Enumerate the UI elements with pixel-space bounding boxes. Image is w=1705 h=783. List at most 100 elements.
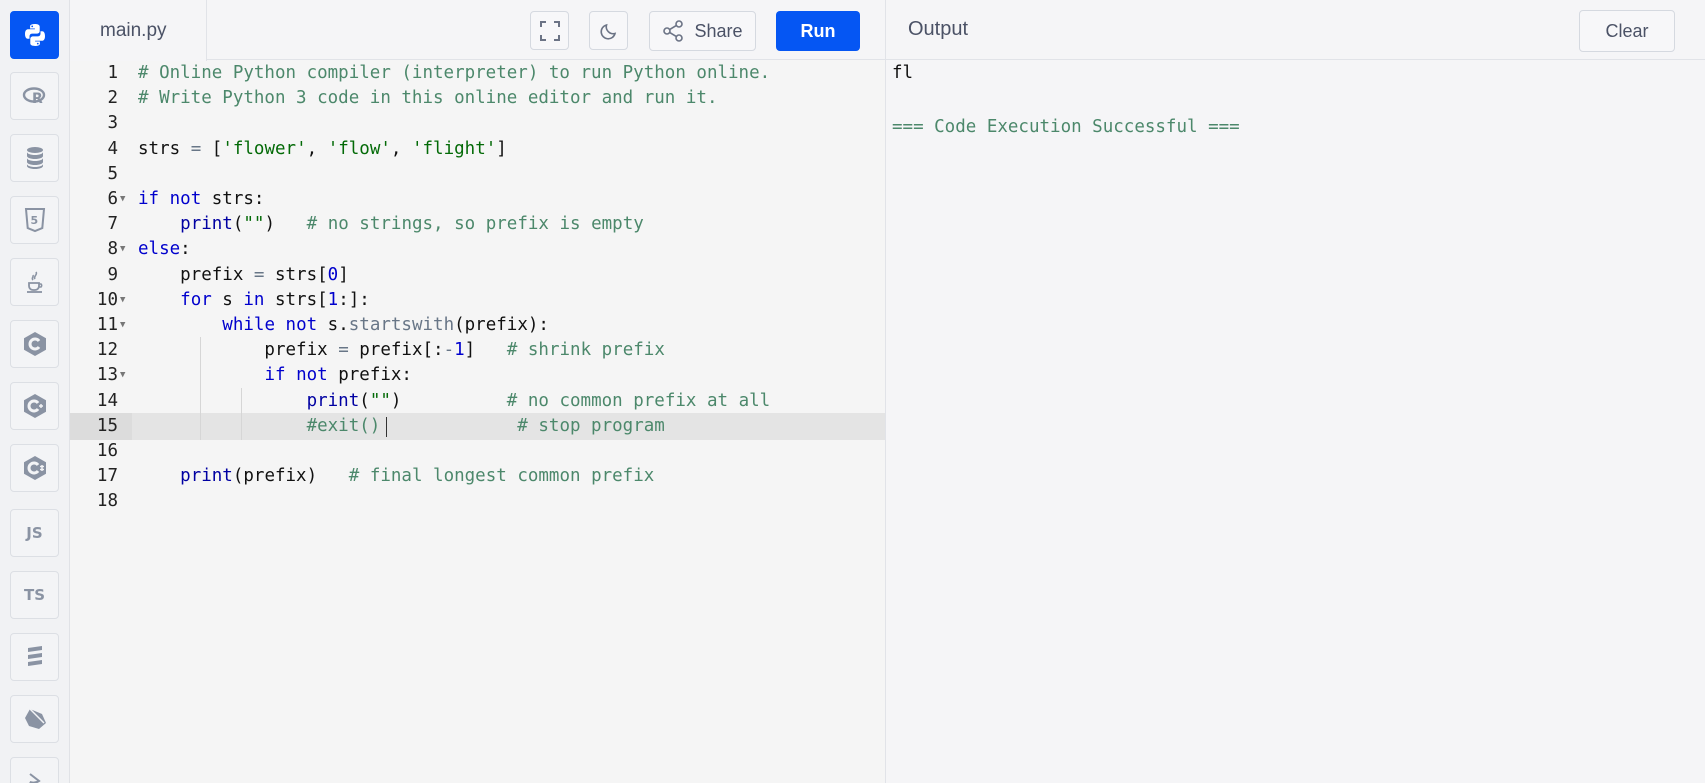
line-number: 15 <box>96 415 118 436</box>
swift-icon <box>28 773 41 783</box>
line-number: 10 <box>96 289 118 310</box>
svg-text:R: R <box>32 91 43 107</box>
sidebar-item-c[interactable] <box>10 320 59 368</box>
online-compiler-app: R 5 JS TS main.py Share Run 1 # Online P… <box>0 0 1705 783</box>
sidebar-item-python[interactable] <box>10 11 59 59</box>
sidebar-item-cpp[interactable] <box>10 382 59 430</box>
fold-arrow-icon[interactable]: ▼ <box>120 236 125 263</box>
sidebar-item-r[interactable]: R <box>10 72 59 120</box>
fold-arrow-icon[interactable]: ▼ <box>120 287 125 314</box>
run-label: Run <box>800 20 836 41</box>
sidebar-item-sql[interactable] <box>10 134 59 182</box>
code-line[interactable]: 4 strs = ['flower', 'flow', 'flight'] <box>70 136 885 163</box>
code-text: prefix = prefix[:-1] # shrink prefix <box>138 340 665 361</box>
share-icon <box>663 20 684 42</box>
line-number: 6 <box>107 189 118 209</box>
code-line[interactable]: 8 ▼ else: <box>70 236 885 263</box>
code-line[interactable]: 16 <box>70 438 885 465</box>
sidebar-item-typescript[interactable]: TS <box>10 571 59 619</box>
line-number-gutter: 18 <box>70 488 132 515</box>
line-number-gutter: 14 <box>70 388 132 415</box>
r-icon: R <box>22 87 45 107</box>
sidebar-item-csharp[interactable] <box>10 444 59 492</box>
line-number: 16 <box>96 441 118 461</box>
code-line[interactable]: 10 ▼ for s in strs[1:]: <box>70 287 885 314</box>
code-line[interactable]: 11 ▼ while not s.startswith(prefix): <box>70 312 885 339</box>
code-text: if not prefix: <box>264 365 412 386</box>
line-number-gutter: 2 <box>70 85 132 112</box>
line-number-gutter: 10 ▼ <box>70 287 132 314</box>
execution-status: === Code Execution Successful === <box>892 117 1240 137</box>
line-number: 14 <box>96 390 118 411</box>
python-icon <box>24 24 45 46</box>
fold-arrow-icon[interactable]: ▼ <box>120 312 125 339</box>
line-number-gutter: 12 <box>70 337 132 364</box>
code-line[interactable]: 15 #exit() # stop program <box>70 412 885 440</box>
run-button[interactable]: Run <box>776 11 860 51</box>
line-number: 3 <box>107 113 118 134</box>
line-number: 12 <box>96 340 118 361</box>
clear-button[interactable]: Clear <box>1579 10 1675 52</box>
line-number-gutter: 6 ▼ <box>70 186 132 213</box>
sidebar-item-html[interactable]: 5 <box>10 196 59 244</box>
code-line[interactable]: 2 # Write Python 3 code in this online ed… <box>70 85 885 112</box>
file-tab-label: main.py <box>100 19 167 41</box>
sidebar-item-stack[interactable] <box>10 633 59 681</box>
line-number: 4 <box>107 138 118 159</box>
code-text: #exit() # stop program <box>306 415 665 436</box>
js-icon: JS <box>26 524 43 542</box>
code-text: while not s.startswith(prefix): <box>222 315 549 335</box>
code-line[interactable]: 18 <box>70 488 885 515</box>
code-text: print("") # no strings, so prefix is emp… <box>180 214 644 235</box>
line-number-gutter: 5 <box>70 161 132 188</box>
line-number: 7 <box>107 214 118 235</box>
sidebar-item-java[interactable] <box>10 258 59 306</box>
code-text: prefix = strs[0] <box>138 264 349 285</box>
output-title: Output <box>908 18 969 40</box>
code-line[interactable]: 9 prefix = strs[0] <box>70 262 885 289</box>
line-number: 5 <box>107 163 118 184</box>
code-line[interactable]: 3 <box>70 110 885 137</box>
line-number-gutter: 13 ▼ <box>70 362 132 389</box>
code-line[interactable]: 7 print("") # no strings, so prefix is e… <box>70 211 885 238</box>
share-label: Share <box>694 20 743 41</box>
line-number: 8 <box>107 239 118 260</box>
share-button[interactable]: Share <box>649 11 756 51</box>
file-tab-main[interactable]: main.py <box>70 0 207 61</box>
sidebar-item-javascript[interactable]: JS <box>10 509 59 557</box>
code-line[interactable]: 6 ▼ if not strs: <box>70 186 885 213</box>
code-text: if not strs: <box>138 189 265 209</box>
sidebar-item-swift[interactable] <box>10 757 59 783</box>
line-number: 1 <box>107 63 118 83</box>
line-number-gutter: 7 <box>70 211 132 238</box>
code-editor[interactable]: 1 # Online Python compiler (interpreter) … <box>70 60 885 783</box>
layers-icon <box>27 646 42 666</box>
fullscreen-icon <box>539 20 560 41</box>
fold-arrow-icon[interactable]: ▼ <box>120 186 125 213</box>
code-line[interactable]: 14 print("") # no common prefix at all <box>70 387 885 415</box>
html5-icon: 5 <box>24 208 45 233</box>
code-text: print(prefix) # final longest common pre… <box>180 466 655 487</box>
ts-icon: TS <box>23 586 46 604</box>
code-line[interactable]: 5 <box>70 161 885 188</box>
code-line[interactable]: 1 # Online Python compiler (interpreter) … <box>70 60 885 87</box>
output-line: fl <box>892 63 914 83</box>
line-number-gutter: 4 <box>70 136 132 163</box>
code-line[interactable]: 12 prefix = prefix[:-1] # shrink prefix <box>70 337 885 365</box>
fullscreen-button[interactable] <box>530 11 569 50</box>
code-line[interactable]: 13 ▼ if not prefix: <box>70 362 885 390</box>
fold-arrow-icon[interactable]: ▼ <box>120 362 125 389</box>
line-number-gutter: 15 <box>70 412 132 440</box>
code-text: for s in strs[1:]: <box>180 289 370 310</box>
output-pane: Output Clear fl === Code Execution Succes… <box>885 0 1705 783</box>
sidebar-item-dart[interactable] <box>10 695 59 743</box>
code-line[interactable]: 17 print(prefix) # final longest common … <box>70 463 885 490</box>
java-icon <box>26 271 42 293</box>
line-number-gutter: 1 <box>70 60 132 87</box>
cpp-icon <box>23 394 46 418</box>
output-header: Output Clear <box>886 0 1705 60</box>
line-number: 11 <box>96 315 118 335</box>
c-icon <box>23 332 46 356</box>
dark-mode-button[interactable] <box>589 11 628 50</box>
